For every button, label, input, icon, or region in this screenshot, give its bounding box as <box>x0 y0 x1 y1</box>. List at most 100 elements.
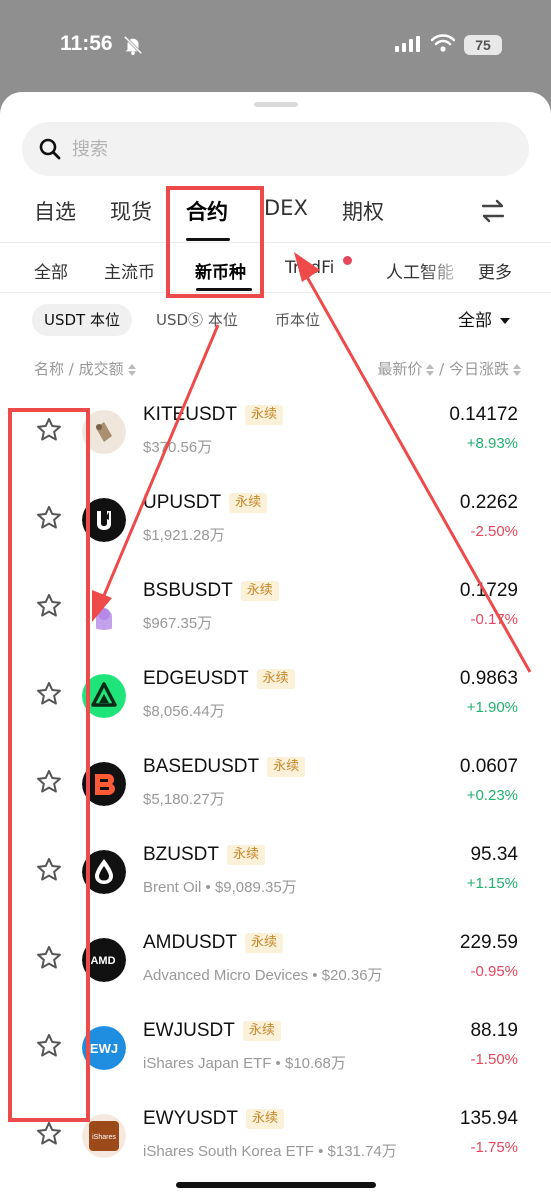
perpetual-badge: 永续 <box>256 669 295 689</box>
svg-text:iShares: iShares <box>92 1134 116 1141</box>
swap-icon[interactable] <box>480 198 506 224</box>
star-icon[interactable] <box>35 680 63 708</box>
status-time: 11:56 <box>60 32 113 55</box>
contract-row[interactable]: UPUSDT 永续 $1,921.28万 0.2262 -2.50% <box>0 478 551 566</box>
star-icon[interactable] <box>35 416 63 444</box>
sort-icon <box>127 363 136 376</box>
star-icon[interactable] <box>35 944 63 972</box>
volume: $370.56万 <box>143 439 213 456</box>
asset-name-volume: iShares Japan ETF • $10.68万 <box>143 1055 346 1072</box>
status-bar: 11:56 75 <box>0 0 551 92</box>
symbol: UPUSDT 永续 <box>143 492 268 514</box>
subtab-new-coins[interactable]: 新币种 <box>195 258 246 283</box>
last-price: 88.19 <box>470 1020 518 1041</box>
search-bar[interactable] <box>22 122 529 176</box>
contract-row[interactable]: KITEUSDT 永续 $370.56万 0.14172 +8.93% <box>0 390 551 478</box>
last-price: 229.59 <box>459 932 518 953</box>
tab-futures[interactable]: 合约 <box>186 196 228 226</box>
filter-coin-margined[interactable]: 币本位 <box>263 304 332 336</box>
contract-row[interactable]: EDGEUSDT 永续 $8,056.44万 0.9863 +1.90% <box>0 654 551 742</box>
volume: $1,921.28万 <box>143 527 225 544</box>
scope-value: 全部 <box>458 311 492 331</box>
based-coin-icon <box>82 762 126 806</box>
contract-row[interactable]: EWJ EWJUSDT 永续 iShares Japan ETF • $10.68… <box>0 1006 551 1094</box>
last-price: 0.0607 <box>459 756 518 777</box>
symbol: EDGEUSDT 永续 <box>143 668 295 690</box>
search-input[interactable] <box>72 122 512 176</box>
volume: $967.35万 <box>143 615 213 632</box>
chevron-down-icon <box>500 318 510 324</box>
scope-dropdown[interactable]: 全部 <box>458 306 510 331</box>
contract-row[interactable]: iShares EWYUSDT 永续 iShares South Korea ET… <box>0 1094 551 1182</box>
symbol: EWYUSDT 永续 <box>143 1108 285 1130</box>
up-coin-icon <box>82 498 126 542</box>
contract-row[interactable]: BSBUSDT 永续 $967.35万 0.1729 -0.17% <box>0 566 551 654</box>
edge-coin-icon <box>82 674 126 718</box>
tab-spot[interactable]: 现货 <box>110 196 152 226</box>
daily-change: -1.75% <box>470 1139 518 1156</box>
ewj-logo-icon: EWJ <box>82 1026 126 1070</box>
perpetual-badge: 永续 <box>246 1109 285 1129</box>
perpetual-badge: 永续 <box>244 933 283 953</box>
subtab-tradfi[interactable]: TradFi <box>285 258 334 278</box>
daily-change: +0.23% <box>466 787 518 804</box>
svg-text:AMD: AMD <box>90 955 115 967</box>
notification-dot <box>343 256 352 265</box>
subtab-more[interactable]: 更多 <box>478 258 512 283</box>
search-icon <box>39 138 61 160</box>
asset-name-volume: Brent Oil • $9,089.35万 <box>143 879 297 896</box>
daily-change: -2.50% <box>470 523 518 540</box>
perpetual-badge: 永续 <box>267 757 306 777</box>
daily-change: -0.17% <box>470 611 518 628</box>
contract-row[interactable]: BZUSDT 永续 Brent Oil • $9,089.35万 95.34 +1… <box>0 830 551 918</box>
home-indicator <box>176 1182 376 1188</box>
filter-usdt-margined[interactable]: USDT 本位 <box>32 304 132 336</box>
star-icon[interactable] <box>35 768 63 796</box>
svg-text:EWJ: EWJ <box>90 1041 118 1056</box>
subtab-all[interactable]: 全部 <box>34 258 68 283</box>
subtab-fade <box>420 250 470 286</box>
divider <box>0 292 551 293</box>
star-icon[interactable] <box>35 1120 63 1148</box>
contract-row[interactable]: AMD AMDUSDT 永续 Advanced Micro Devices • $… <box>0 918 551 1006</box>
last-price: 135.94 <box>459 1108 518 1129</box>
symbol: KITEUSDT 永续 <box>143 404 283 426</box>
daily-change: +8.93% <box>466 435 518 452</box>
tab-options[interactable]: 期权 <box>342 196 384 226</box>
sort-price-change[interactable]: 最新价 / 今日涨跌 <box>377 358 521 379</box>
tab-favorites[interactable]: 自选 <box>34 196 76 226</box>
star-icon[interactable] <box>35 1032 63 1060</box>
main-tabs: 自选 现货 合约 DEX 期权 <box>0 192 551 240</box>
symbol: AMDUSDT 永续 <box>143 932 283 954</box>
star-icon[interactable] <box>35 856 63 884</box>
volume: $5,180.27万 <box>143 791 225 808</box>
oil-drop-icon <box>82 850 126 894</box>
amd-logo-icon: AMD <box>82 938 126 982</box>
daily-change: +1.90% <box>466 699 518 716</box>
last-price: 95.34 <box>470 844 518 865</box>
sheet-grabber[interactable] <box>254 102 298 107</box>
symbol: BZUSDT 永续 <box>143 844 266 866</box>
star-icon[interactable] <box>35 504 63 532</box>
last-price: 0.1729 <box>459 580 518 601</box>
perpetual-badge: 永续 <box>227 845 266 865</box>
symbol: BSBUSDT 永续 <box>143 580 279 602</box>
contract-row[interactable]: BASEDUSDT 永续 $5,180.27万 0.0607 +0.23% <box>0 742 551 830</box>
last-price: 0.9863 <box>459 668 518 689</box>
sort-icon <box>426 363 435 376</box>
bsb-coin-icon <box>96 608 112 630</box>
symbol: EWJUSDT 永续 <box>143 1020 281 1042</box>
star-icon[interactable] <box>35 592 63 620</box>
sort-name-volume[interactable]: 名称 / 成交额 <box>34 358 136 379</box>
battery-indicator: 75 <box>464 35 502 55</box>
filter-usdc-margined[interactable]: USDⓈ 本位 <box>144 304 250 336</box>
bell-off-icon <box>123 35 143 56</box>
tab-dex[interactable]: DEX <box>264 196 308 220</box>
kite-coin-icon <box>82 410 126 454</box>
markets-sheet: 自选 现货 合约 DEX 期权 全部 主流币 新币种 TradFi 人工智能 更… <box>0 92 551 1200</box>
daily-change: -0.95% <box>470 963 518 980</box>
volume: $8,056.44万 <box>143 703 225 720</box>
subtab-major[interactable]: 主流币 <box>104 258 155 283</box>
daily-change: +1.15% <box>466 875 518 892</box>
perpetual-badge: 永续 <box>240 581 279 601</box>
